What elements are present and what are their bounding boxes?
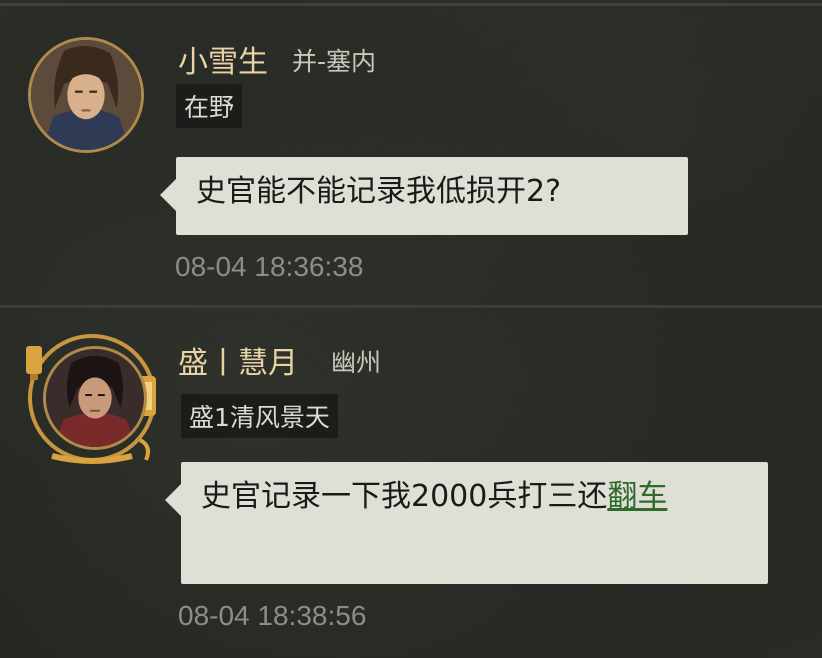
sender-name[interactable]: 盛丨慧月 bbox=[178, 338, 298, 382]
sender-location: 幽州 bbox=[331, 348, 382, 377]
chat-message: 小雪生 并-塞内 在野 史官能不能记录我低损开2? 08-04 18:36:38 bbox=[0, 0, 822, 305]
avatar[interactable] bbox=[43, 346, 147, 450]
sender-name[interactable]: 小雪生 bbox=[178, 37, 268, 81]
sender-tag: 在野 bbox=[176, 84, 243, 128]
message-bubble: 史官记录一下我2000兵打三还翻车 bbox=[165, 462, 768, 584]
message-timestamp: 08-04 18:38:56 bbox=[178, 600, 367, 631]
message-text: 史官记录一下我2000兵打三还 bbox=[201, 479, 608, 514]
message-text: 史官能不能记录我低损开2? bbox=[196, 174, 562, 209]
sender-location: 并-塞内 bbox=[292, 47, 377, 76]
chat-message: 盛丨慧月 幽州 盛1清风景天 史官记录一下我2000兵打三还翻车 08-04 1… bbox=[0, 308, 822, 658]
message-bubble: 史官能不能记录我低损开2? bbox=[160, 157, 688, 235]
warrior-portrait-icon bbox=[46, 349, 144, 447]
sender-tag: 盛1清风景天 bbox=[181, 394, 338, 438]
avatar[interactable] bbox=[28, 37, 144, 153]
message-timestamp: 08-04 18:36:38 bbox=[175, 251, 364, 282]
message-link[interactable]: 翻车 bbox=[607, 479, 667, 514]
warrior-portrait-icon bbox=[31, 40, 141, 150]
